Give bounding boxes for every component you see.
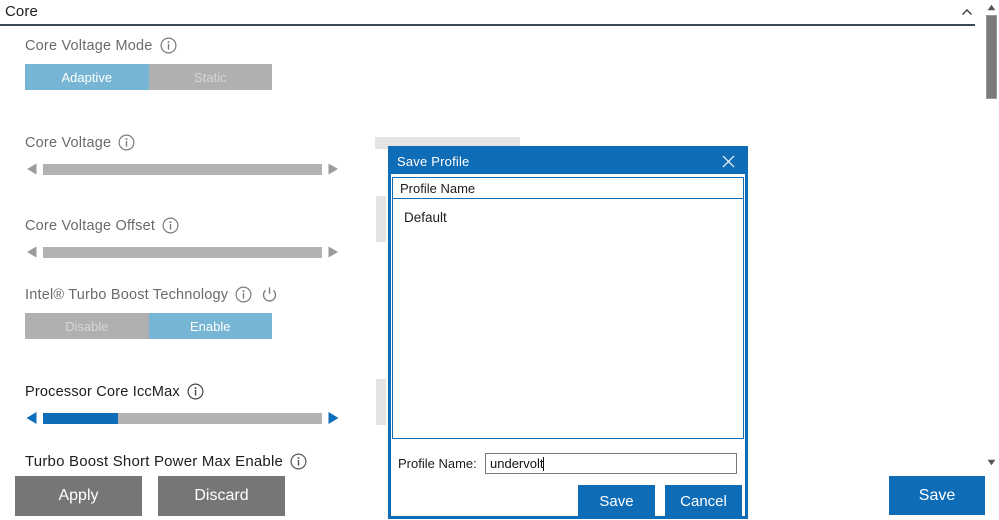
slider-track[interactable] [43,163,322,175]
chevron-up-icon[interactable] [959,4,975,20]
info-icon[interactable] [187,383,204,400]
save-button[interactable]: Save [889,476,985,515]
profile-list-column-header: Profile Name [393,178,743,199]
slider-core-voltage[interactable] [25,159,340,179]
slider-right-arrow-icon[interactable] [326,410,340,426]
scroll-down-arrow-icon[interactable] [984,455,999,469]
dialog-titlebar[interactable]: Save Profile [391,149,745,174]
slider-left-arrow-icon[interactable] [25,410,39,426]
seg-option-static[interactable]: Static [148,64,272,90]
background-scroll-chip-upper [376,196,386,242]
slider-processor-core-iccmax[interactable] [25,408,340,428]
slider-left-arrow-icon[interactable] [25,244,39,260]
text-caret [543,456,545,471]
power-icon[interactable] [261,286,278,303]
segmented-intel-turbo-boost[interactable]: Disable Enable [25,313,272,339]
apply-button[interactable]: Apply [15,476,142,516]
scrollbar-thumb[interactable] [986,15,997,99]
list-item[interactable]: Default [393,205,743,229]
info-icon[interactable] [118,134,135,151]
info-icon[interactable] [162,217,179,234]
control-label-text: Intel® Turbo Boost Technology [25,286,229,303]
info-icon[interactable] [290,453,307,470]
control-label-text: Core Voltage Mode [25,37,153,54]
dialog-title: Save Profile [397,154,470,169]
control-label-core-voltage: Core Voltage [25,134,340,151]
background-scroll-chip-lower [376,379,386,425]
profile-name-row: Profile Name: undervolt [392,453,737,474]
dialog-cancel-button[interactable]: Cancel [665,485,742,517]
info-icon[interactable] [160,37,177,54]
dialog-footer: Profile Name: undervolt Save Cancel [392,439,744,517]
slider-track[interactable] [43,412,322,424]
page-title: Core [5,3,38,20]
control-label-text: Core Voltage Offset [25,217,156,234]
slider-core-voltage-offset[interactable] [25,242,340,262]
control-label-core-voltage-mode: Core Voltage Mode [25,37,272,54]
control-core-voltage: Core Voltage [25,134,340,179]
control-label-processor-core-iccmax: Processor Core IccMax [25,383,340,400]
dialog-save-button[interactable]: Save [578,485,655,517]
save-profile-dialog: Save Profile Profile Name Default Profil… [388,146,748,519]
slider-left-arrow-icon[interactable] [25,161,39,177]
control-core-voltage-mode: Core Voltage Mode Adaptive Static [25,37,272,90]
seg-option-adaptive[interactable]: Adaptive [25,64,149,90]
scroll-up-arrow-icon[interactable] [984,0,999,14]
slider-right-arrow-icon[interactable] [326,161,340,177]
segmented-core-voltage-mode[interactable]: Adaptive Static [25,64,272,90]
seg-option-disable[interactable]: Disable [25,313,149,339]
control-label-turbo-boost-short-power-max: Turbo Boost Short Power Max Enable [25,453,307,470]
control-intel-turbo-boost: Intel® Turbo Boost Technology Disable En… [25,286,278,339]
info-icon[interactable] [235,286,252,303]
control-label-text: Core Voltage [25,134,112,151]
profile-list-panel[interactable]: Profile Name Default [392,177,744,439]
profile-name-label: Profile Name: [398,456,477,471]
control-core-voltage-offset: Core Voltage Offset [25,217,340,262]
profile-name-input[interactable]: undervolt [485,453,737,474]
slider-right-arrow-icon[interactable] [326,244,340,260]
close-icon[interactable] [711,149,745,174]
control-label-intel-turbo-boost: Intel® Turbo Boost Technology [25,286,278,303]
slider-fill [43,412,119,424]
control-label-core-voltage-offset: Core Voltage Offset [25,217,340,234]
discard-button[interactable]: Discard [158,476,285,516]
page-scrollbar[interactable] [984,0,999,520]
control-label-text: Processor Core IccMax [25,383,180,400]
control-label-text: Turbo Boost Short Power Max Enable [25,453,284,470]
section-header: Core [0,0,975,26]
profile-name-value: undervolt [490,456,544,471]
seg-option-enable[interactable]: Enable [148,313,272,339]
slider-track[interactable] [43,246,322,258]
control-turbo-boost-short-power-max: Turbo Boost Short Power Max Enable [25,453,307,470]
control-processor-core-iccmax: Processor Core IccMax [25,383,340,428]
